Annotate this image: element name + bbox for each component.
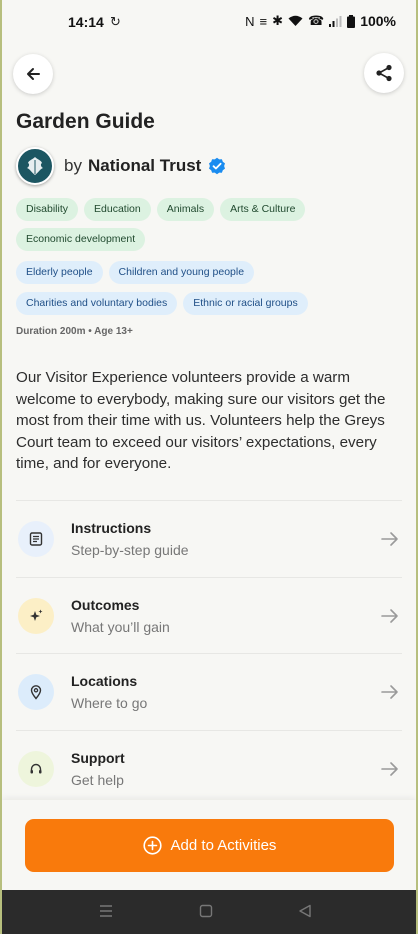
home-icon[interactable] — [198, 903, 214, 919]
system-navigation-bar — [2, 890, 416, 934]
organization-name[interactable]: National Trust — [88, 156, 201, 176]
back-nav-icon[interactable] — [297, 903, 313, 919]
recent-apps-icon[interactable] — [98, 903, 114, 919]
app-screen: 14:14 ↻ N ≡ ✱ ☎ 100% Garden Guide by Nat… — [2, 0, 416, 934]
tag-chip[interactable]: Education — [84, 198, 151, 221]
menu-item-subtitle: What you’ll gain — [71, 618, 170, 635]
signal-icon — [329, 15, 342, 27]
wifi-icon — [288, 15, 303, 26]
audience-chip[interactable]: Charities and voluntary bodies — [16, 292, 178, 315]
arrow-right-icon — [381, 532, 398, 546]
category-tags-row-2: Economic development — [16, 228, 406, 251]
audience-tags: Elderly people Children and young people — [16, 261, 406, 284]
menu-item-subtitle: Where to go — [71, 695, 148, 711]
support-icon — [30, 763, 42, 773]
call-icon: ☎ — [307, 13, 325, 28]
menu-item-label: Locations — [71, 673, 138, 689]
menu-item-label: Support — [71, 749, 125, 766]
arrow-right-icon — [381, 608, 398, 623]
share-icon — [376, 64, 392, 82]
menu-item-support[interactable]: Support Get help — [16, 729, 402, 807]
activity-description: Our Visitor Experience volunteers provid… — [16, 369, 386, 473]
arrow-right-icon — [381, 761, 398, 776]
menu-item-outcomes[interactable]: Outcomes What you’ll gain — [16, 576, 402, 654]
activity-meta: Duration 200m • Age 13+ — [16, 326, 133, 337]
status-bar: 14:14 ↻ N ≡ ✱ ☎ 100% — [2, 0, 416, 44]
menu-item-label: Outcomes — [71, 596, 140, 613]
audience-chip[interactable]: Elderly people — [16, 261, 103, 284]
menu-item-subtitle: Get help — [71, 771, 124, 788]
status-time: 14:14 — [68, 14, 104, 30]
menu-icon-circle — [18, 750, 54, 787]
bluetooth-icon: ✱ — [272, 13, 283, 28]
organization-row[interactable]: by National Trust — [16, 146, 226, 186]
tag-chip[interactable]: Animals — [156, 198, 215, 221]
tag-chip[interactable]: Economic development — [16, 228, 146, 251]
menu-item-instructions[interactable]: Instructions Step-by-step guide — [16, 500, 402, 577]
menu-item-subtitle: Step-by-step guide — [71, 542, 189, 558]
menu-icon-circle — [18, 521, 54, 557]
arrow-left-icon — [27, 68, 40, 80]
menu-icon-circle — [18, 597, 54, 634]
nfc-icon: N — [245, 13, 255, 29]
vibrate-icon: ≡ — [259, 13, 268, 29]
add-to-activities-label: Add to Activities — [170, 837, 277, 854]
tag-chip[interactable]: Disability — [16, 198, 79, 221]
tag-chip[interactable]: Arts & Culture — [220, 198, 306, 221]
menu-icon-circle — [18, 674, 54, 710]
status-icons: N ≡ ✱ ☎ 100% — [245, 13, 396, 29]
organization-by-label: by — [64, 156, 82, 175]
audience-chip[interactable]: Children and young people — [108, 261, 255, 284]
add-circle-icon — [142, 836, 162, 855]
page-title: Garden Guide — [16, 110, 155, 133]
audience-chip[interactable]: Ethnic or racial groups — [183, 292, 308, 315]
audience-tags-row-2: Charities and voluntary bodies Ethnic or… — [16, 292, 406, 315]
sync-icon: ↻ — [110, 14, 121, 29]
category-tags: Disability Education Animals Arts & Cult… — [16, 198, 406, 221]
details-menu: Instructions Step-by-step guide Outcomes… — [16, 500, 402, 806]
verified-badge-icon — [209, 157, 226, 175]
share-button[interactable] — [364, 53, 404, 93]
arrow-right-icon — [381, 685, 398, 699]
sparkle-icon — [30, 609, 43, 621]
document-icon — [29, 532, 43, 546]
battery-icon — [347, 14, 356, 28]
menu-item-label: Instructions — [71, 520, 152, 536]
battery-level: 100% — [360, 13, 396, 29]
add-to-activities-button[interactable]: Add to Activities — [25, 819, 394, 872]
menu-item-locations[interactable]: Locations Where to go — [16, 653, 402, 730]
location-pin-icon — [30, 685, 42, 700]
back-button[interactable] — [13, 54, 53, 94]
oak-leaf-icon — [27, 157, 43, 175]
organization-logo — [16, 147, 54, 185]
